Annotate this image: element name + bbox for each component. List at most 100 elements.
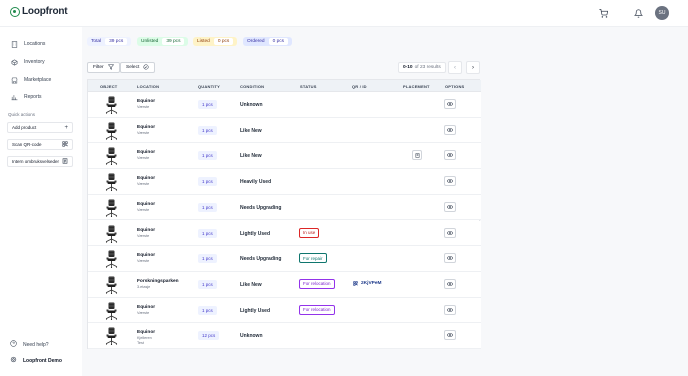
intern-ombruk-button[interactable]: Intern ombruksvelseder [7, 156, 73, 167]
view-button[interactable] [444, 330, 456, 341]
scan-qr-button[interactable]: Scan QR-code [7, 139, 73, 150]
office-chair-image [105, 250, 118, 269]
view-button[interactable] [444, 253, 456, 264]
object-name[interactable]: Equinor [137, 176, 155, 181]
view-button[interactable] [444, 304, 456, 315]
table-row[interactable]: Equinor Værste 1 pcs Like New [88, 117, 481, 144]
table-row[interactable]: Equinor Værste 1 pcs Needs Upgrading For… [88, 246, 481, 272]
eye-icon [447, 307, 453, 312]
status-badge[interactable]: For relocation [299, 304, 335, 315]
qr-id[interactable]: 2KjVPeM [353, 281, 382, 286]
object-name[interactable]: Equinor [137, 99, 155, 104]
object-name[interactable]: Equinor [137, 125, 155, 130]
logo-text: Loopfront [22, 6, 68, 17]
status-badge[interactable]: For repair [299, 253, 327, 264]
location-line: Værste [137, 259, 150, 264]
cart-icon[interactable] [598, 8, 608, 18]
eye-icon [447, 333, 453, 338]
column-header-quantity[interactable]: QUANTITY [198, 84, 220, 89]
condition-text: Like New [240, 153, 262, 160]
table-row[interactable]: Equinor Værste 1 pcs Needs Upgrading [88, 194, 481, 221]
sidebar-item-inventory[interactable]: Inventory [10, 56, 45, 68]
condition-text: Lightly Used [240, 307, 271, 314]
stat-total[interactable]: Total 39 pcs [87, 37, 132, 46]
view-button[interactable] [444, 124, 456, 135]
quantity-badge: 1 pcs [198, 254, 217, 264]
sidebar-item-marketplace[interactable]: Marketplace [10, 74, 51, 86]
table-row[interactable]: Equinor Værste 1 pcs Like New [88, 143, 481, 170]
office-chair-image [105, 147, 118, 166]
stat-count: 0 pcs [268, 38, 289, 45]
condition-text: Like New [240, 127, 262, 134]
intern-ombruk-label: Intern ombruksvelseder [12, 159, 60, 164]
stat-listed[interactable]: Listed 0 pcs [193, 37, 238, 46]
sidebar-item-label: Locations [24, 41, 46, 47]
app-logo[interactable]: Loopfront [10, 6, 68, 17]
prev-page-button[interactable]: ‹ [448, 61, 462, 74]
view-button[interactable] [444, 176, 456, 187]
need-help-link[interactable]: Need help? [10, 340, 49, 349]
office-chair-image [105, 225, 118, 243]
user-avatar[interactable]: SU [655, 6, 669, 20]
object-name[interactable]: Equinor [137, 228, 155, 233]
object-name[interactable]: Equinor [137, 330, 155, 335]
column-header-qr-id[interactable]: QR / ID [352, 84, 367, 89]
add-product-button[interactable]: Add product + [7, 122, 73, 133]
table-row[interactable]: Equinor Værste 1 pcs Unknown [88, 92, 481, 118]
stat-label: Unlisted [141, 39, 159, 44]
column-header-location[interactable]: LOCATION [137, 84, 159, 89]
quantity-badge: 1 pcs [198, 279, 217, 289]
eye-icon [447, 281, 453, 286]
bell-icon[interactable] [633, 8, 643, 18]
quantity-badge: 1 pcs [198, 228, 217, 238]
object-name[interactable]: Equinor [137, 305, 155, 310]
view-button[interactable] [444, 99, 456, 109]
org-switcher[interactable]: Loopfront Demo [10, 356, 62, 365]
table-row[interactable]: Equinor Kjelleren Test 12 pcs Unknown [88, 323, 481, 349]
table-row[interactable]: Equinor Værste 1 pcs Heavily Used [88, 169, 481, 195]
quantity-badge: 1 pcs [198, 305, 217, 315]
chevron-left-icon: ‹ [454, 64, 456, 71]
next-page-button[interactable]: › [466, 61, 480, 74]
object-name[interactable]: Equinor [137, 202, 155, 207]
filter-button[interactable]: Filter [87, 62, 120, 73]
table-row[interactable]: Forskningsparken 3.etasje 1 pcs Like New… [88, 271, 481, 298]
pagination-info: 0-10 of 23 results [398, 62, 446, 73]
view-button[interactable] [444, 227, 456, 238]
location-line: 3.etasje [137, 284, 151, 289]
eye-icon [447, 230, 453, 235]
object-location: Værste [137, 259, 149, 264]
view-button[interactable] [444, 201, 456, 212]
object-name[interactable]: Equinor [137, 253, 155, 258]
placement-button[interactable] [412, 150, 422, 161]
object-location: Værste [137, 182, 149, 187]
select-button[interactable]: Select [120, 62, 156, 73]
office-chair-image [105, 173, 118, 192]
filter-label: Filter [93, 65, 104, 70]
object-location: Værste [137, 208, 149, 213]
object-name[interactable]: Equinor [137, 150, 155, 155]
logo-icon [10, 6, 20, 17]
select-label: Select [126, 65, 140, 70]
table-row[interactable]: Equinor Værste 1 pcs Lightly Used For re… [88, 297, 481, 324]
object-name[interactable]: Forskningsparken [137, 279, 179, 284]
view-button[interactable] [444, 150, 456, 161]
sidebar-item-reports[interactable]: Reports [10, 91, 42, 103]
main-content: Total 39 pcs Unlisted 39 pcs Listed 0 pc… [82, 27, 688, 376]
column-header-condition[interactable]: CONDITION [240, 84, 264, 89]
inventory-table: OBJECT LOCATION QUANTITY CONDITION STATU… [87, 79, 481, 349]
column-header-placement[interactable]: PLACEMENT [403, 84, 430, 89]
stat-unlisted[interactable]: Unlisted 39 pcs [137, 37, 189, 46]
stat-count: 0 pcs [213, 38, 234, 45]
status-badge[interactable]: In use [299, 227, 320, 238]
sidebar-item-locations[interactable]: Locations [10, 38, 45, 50]
view-button[interactable] [444, 278, 456, 289]
condition-text: Like New [240, 281, 262, 288]
column-header-status[interactable]: STATUS [300, 84, 317, 89]
table-row[interactable]: Equinor Værste 1 pcs Lightly Used In use [88, 220, 481, 247]
object-location: Værste [137, 234, 149, 239]
status-badge[interactable]: For relocation [299, 278, 335, 289]
column-header-object[interactable]: OBJECT [100, 84, 117, 89]
stat-ordered[interactable]: Ordered 0 pcs [243, 37, 293, 46]
column-header-options[interactable]: OPTIONS [445, 84, 464, 89]
